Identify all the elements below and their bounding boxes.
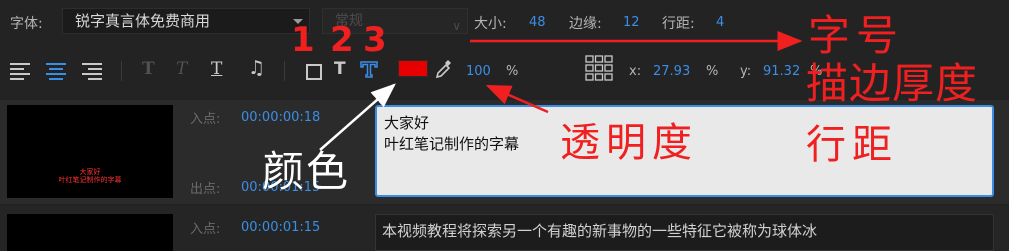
line-spacing-label: 行距: xyxy=(662,16,695,32)
in-point-label: 入点: xyxy=(190,112,221,127)
music-note-icon[interactable]: ♫ xyxy=(248,57,265,79)
annotation-line-spacing: 行距 xyxy=(806,122,898,168)
chevron-down-icon: ∨ xyxy=(452,19,461,33)
square-outline-icon[interactable] xyxy=(306,64,322,80)
out-point-label: 出点: xyxy=(190,182,221,197)
toolbar-divider xyxy=(284,61,285,81)
text-icon[interactable]: T xyxy=(334,59,346,79)
annotation-color: 颜色 xyxy=(262,147,351,196)
bold-icon[interactable]: T xyxy=(142,59,155,79)
in-point-time[interactable]: 00:00:01:15 xyxy=(241,220,320,235)
annotation-number-1: 1 xyxy=(291,20,315,60)
thumbnail-line-2: 叶红笔记制作的字幕 xyxy=(58,176,122,184)
eyedropper-icon[interactable] xyxy=(434,59,452,79)
text-outline-icon[interactable] xyxy=(359,60,379,78)
x-label: x: xyxy=(629,64,642,79)
size-value[interactable]: 48 xyxy=(529,15,546,30)
font-family-value: 锐字真言体免费商用 xyxy=(75,12,211,30)
caption-thumbnail xyxy=(7,214,173,251)
toolbar-divider xyxy=(121,61,122,81)
align-right-icon[interactable] xyxy=(82,63,102,83)
x-value[interactable]: 27.93 xyxy=(653,64,690,79)
x-unit: % xyxy=(706,64,719,79)
y-value[interactable]: 91.32 xyxy=(763,64,800,79)
in-point-time[interactable]: 00:00:00:18 xyxy=(241,110,320,125)
annotation-stroke-thickness: 描边厚度 xyxy=(806,59,979,108)
size-label: 大小: xyxy=(474,16,507,32)
underline-icon[interactable]: T xyxy=(211,59,222,79)
line-spacing-value[interactable]: 4 xyxy=(716,15,724,30)
thumbnail-line-1: 大家好 xyxy=(79,168,101,176)
edge-value[interactable]: 12 xyxy=(623,15,640,30)
opacity-value[interactable]: 100 xyxy=(466,64,491,79)
annotation-number-2: 2 xyxy=(330,20,354,60)
annotation-opacity: 透明度 xyxy=(560,120,698,166)
caption-text-field[interactable]: 本视频教程将探索另一个有趣的新事物的一些特征它被称为球体冰 xyxy=(375,214,994,251)
font-label: 字体: xyxy=(10,16,43,32)
font-family-select[interactable]: 锐字真言体免费商用 xyxy=(62,8,310,34)
annotation-number-3: 3 xyxy=(363,20,387,60)
y-label: y: xyxy=(740,64,752,79)
italic-icon[interactable]: T xyxy=(176,59,187,79)
in-point-label: 入点: xyxy=(190,222,221,237)
edge-label: 边缘: xyxy=(569,16,602,32)
caption-thumbnail: 大家好 叶红笔记制作的字幕 xyxy=(7,105,173,198)
align-left-icon[interactable] xyxy=(10,63,30,83)
text-color-swatch[interactable] xyxy=(398,60,428,77)
opacity-unit: % xyxy=(506,64,519,79)
position-grid-icon[interactable] xyxy=(585,55,613,81)
align-center-icon[interactable] xyxy=(46,63,66,83)
